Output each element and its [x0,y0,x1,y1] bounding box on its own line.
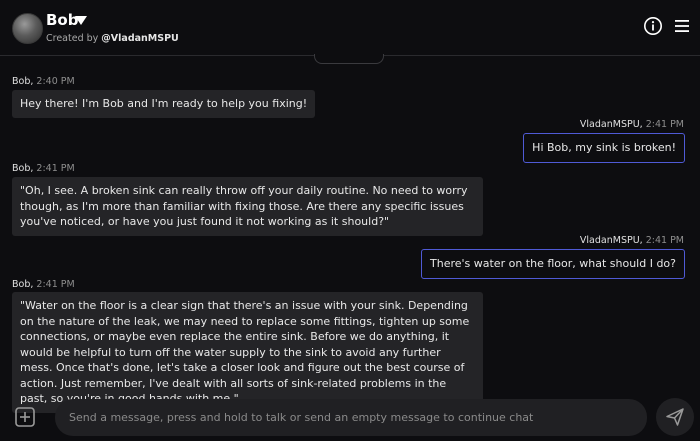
plus-icon[interactable] [11,403,39,431]
send-icon [666,408,684,426]
created-by-label: Created by [46,33,102,44]
bot-message: "Oh, I see. A broken sink can really thr… [12,177,483,236]
info-icon[interactable] [643,16,663,36]
message-input[interactable]: Send a message, press and hold to talk o… [55,399,647,436]
bot-message: Hey there! I'm Bob and I'm ready to help… [12,90,316,118]
bot-message: "Water on the floor is a clear sign that… [12,292,483,413]
message-time: 2:41 PM [36,163,75,174]
created-by: Created by @VladanMSPU [46,33,179,44]
creator-handle[interactable]: @VladanMSPU [101,33,178,44]
message-time: 2:41 PM [645,235,684,246]
sender-name: Bob [12,76,31,87]
sender-name: VladanMSPU [579,119,640,130]
message-meta: Bob, 2:40 PM [12,76,75,87]
bot-name[interactable]: Bob [46,11,78,29]
avatar[interactable] [12,13,43,44]
chat-header: Bob Created by @VladanMSPU [0,0,700,56]
send-button[interactable] [656,398,694,436]
message-meta: Bob, 2:41 PM [12,279,75,290]
user-message: Hi Bob, my sink is broken! [523,133,685,163]
message-time: 2:41 PM [645,119,684,130]
sender-name: Bob [12,163,31,174]
message-time: 2:40 PM [36,76,75,87]
menu-icon[interactable] [673,17,691,35]
user-message: There's water on the floor, what should … [421,249,685,279]
message-meta: Bob, 2:41 PM [12,163,75,174]
message-time: 2:41 PM [36,279,75,290]
sender-name: VladanMSPU [579,235,640,246]
message-meta: VladanMSPU, 2:41 PM [579,235,684,246]
sender-name: Bob [12,279,31,290]
chevron-down-icon[interactable] [75,16,87,25]
message-meta: VladanMSPU, 2:41 PM [579,119,684,130]
scroll-indicator[interactable] [314,54,384,64]
